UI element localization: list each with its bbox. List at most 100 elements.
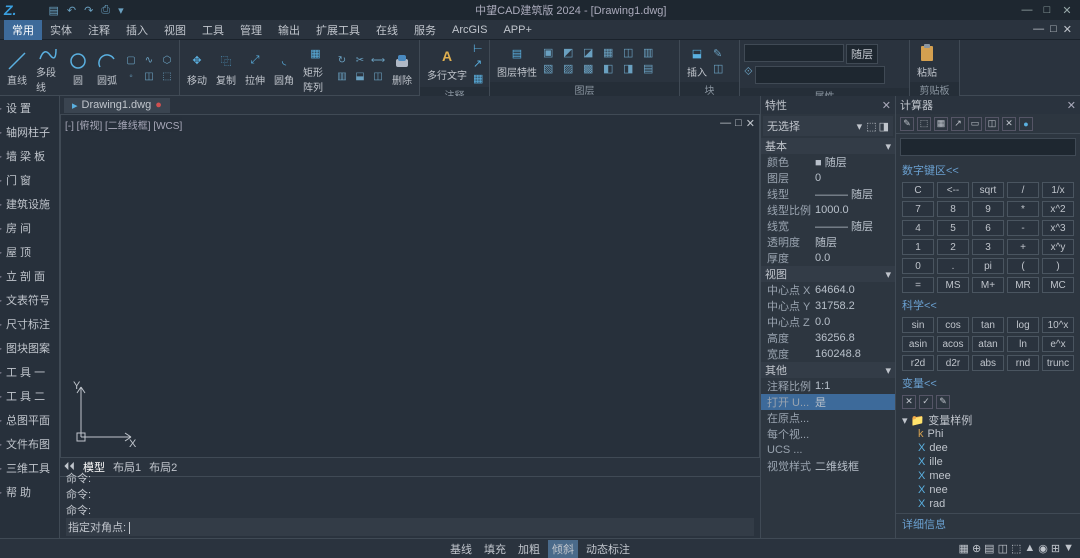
tab-tools[interactable]: 工具 — [194, 20, 232, 40]
tbx-facility[interactable]: 建筑设施 — [0, 192, 59, 216]
calc-key--[interactable]: - — [1007, 220, 1039, 236]
var-item[interactable]: kPhi — [902, 427, 1074, 441]
color-select[interactable] — [744, 44, 844, 62]
tab-service[interactable]: 服务 — [406, 20, 444, 40]
dim-icon[interactable]: ⊢ — [473, 42, 483, 55]
qat-icon[interactable]: ▤ — [48, 4, 58, 17]
layer-tools[interactable]: ▣◩◪▦◫▥ ▧▨▩◧◨▤ — [543, 46, 661, 76]
calc-tool-icon[interactable]: ▭ — [968, 117, 982, 131]
property-row[interactable]: 中心点 Y31758.2 — [761, 298, 895, 314]
tbx-block[interactable]: 图块图案 — [0, 336, 59, 360]
vars-section[interactable]: 变量<< — [896, 373, 1080, 393]
numpad-section[interactable]: 数字键区<< — [896, 160, 1080, 180]
tbx-dim[interactable]: 尺寸标注 — [0, 312, 59, 336]
property-row[interactable]: 注释比例1:1 — [761, 378, 895, 394]
property-row[interactable]: 厚度0.0 — [761, 250, 895, 266]
property-row[interactable]: 在原点... — [761, 410, 895, 426]
minimize-button[interactable]: — — [1018, 3, 1036, 17]
property-row[interactable]: 透明度随层 — [761, 234, 895, 250]
var-item[interactable]: Xrad — [902, 497, 1074, 511]
calc-key-1/x[interactable]: 1/x — [1042, 182, 1074, 198]
tbx-settings[interactable]: 设 置 — [0, 96, 59, 120]
calc-key-MR[interactable]: MR — [1007, 277, 1039, 293]
erase-button[interactable]: 删除 — [389, 50, 415, 88]
property-row[interactable]: 高度36256.8 — [761, 330, 895, 346]
var-tool-icon[interactable]: ✕ — [902, 395, 916, 409]
tab-view[interactable]: 视图 — [156, 20, 194, 40]
status-icon[interactable]: ◫ — [998, 542, 1008, 555]
linetype-select[interactable] — [755, 66, 885, 84]
calc-key-*[interactable]: * — [1007, 201, 1039, 217]
tbx-symbol[interactable]: 文表符号 — [0, 288, 59, 312]
tbx-tool1[interactable]: 工 具 一 — [0, 360, 59, 384]
calc-tool-icon[interactable]: ⬚ — [917, 117, 931, 131]
command-line[interactable]: 命令: 命令: 命令: 指定对角点: — [60, 476, 760, 538]
leader-icon[interactable]: ↗ — [473, 57, 483, 70]
close-tab-icon[interactable]: ● — [155, 99, 162, 111]
filter-icon[interactable]: ◨ — [879, 120, 889, 133]
dropdown-icon[interactable]: ▾ — [857, 120, 863, 133]
calc-tool-icon[interactable]: ● — [1019, 117, 1033, 131]
tab-manage[interactable]: 管理 — [232, 20, 270, 40]
property-row[interactable]: 颜色■ 随层 — [761, 154, 895, 170]
paste-button[interactable]: 粘贴 — [914, 42, 940, 80]
calc-tool-icon[interactable]: ✕ — [1002, 117, 1016, 131]
tab-arcgis[interactable]: ArcGIS — [444, 22, 495, 38]
mode-dyn[interactable]: 动态标注 — [582, 540, 634, 558]
bylayer-label[interactable]: 随层 — [846, 44, 878, 64]
section-basic[interactable]: 基本▾ — [761, 138, 895, 154]
property-row[interactable]: 每个视... — [761, 426, 895, 442]
copy-button[interactable]: ⿻复制 — [213, 50, 239, 88]
section-other[interactable]: 其他▾ — [761, 362, 895, 378]
calc-key-tan[interactable]: tan — [972, 317, 1004, 333]
status-icon[interactable]: ⊞ — [1051, 542, 1060, 555]
tbx-door[interactable]: 门 窗 — [0, 168, 59, 192]
property-row[interactable]: 图层0 — [761, 170, 895, 186]
tab-common[interactable]: 常用 — [4, 20, 42, 40]
var-item[interactable]: Xnee — [902, 483, 1074, 497]
modify-small-tools[interactable]: ↻✂⟷▥⬓◫ — [334, 54, 386, 84]
pick-icon[interactable]: ⬚ — [866, 120, 876, 133]
maximize-button[interactable]: □ — [1038, 3, 1056, 17]
var-tool-icon[interactable]: ✓ — [919, 395, 933, 409]
tbx-wall[interactable]: 墙 梁 板 — [0, 144, 59, 168]
calc-key-/[interactable]: / — [1007, 182, 1039, 198]
status-icon[interactable]: ⊕ — [972, 542, 981, 555]
mode-fill[interactable]: 填充 — [480, 540, 510, 558]
mode-baseline[interactable]: 基线 — [446, 540, 476, 558]
doc-close-icon[interactable]: ✕ — [1063, 23, 1072, 36]
calc-key-sqrt[interactable]: sqrt — [972, 182, 1004, 198]
array-button[interactable]: ▦矩形阵列 — [300, 42, 331, 95]
fillet-button[interactable]: ◟圆角 — [271, 50, 297, 88]
calc-key-8[interactable]: 8 — [937, 201, 969, 217]
tree-root[interactable]: ▾ 📁变量样例 — [902, 413, 1074, 427]
vp-min-icon[interactable]: — — [720, 117, 731, 130]
calc-key-M+[interactable]: M+ — [972, 277, 1004, 293]
insert-button[interactable]: ⬓插入 — [684, 42, 710, 80]
move-button[interactable]: ✥移动 — [184, 50, 210, 88]
doc-tab[interactable]: ▸Drawing1.dwg● — [64, 98, 170, 113]
calc-key-1[interactable]: 1 — [902, 239, 934, 255]
status-icon[interactable]: ▤ — [984, 542, 994, 555]
status-icon[interactable]: ▼ — [1063, 542, 1074, 555]
calc-key-5[interactable]: 5 — [937, 220, 969, 236]
mtext-button[interactable]: A多行文字 — [424, 45, 470, 83]
tab-online[interactable]: 在线 — [368, 20, 406, 40]
calc-key-e^x[interactable]: e^x — [1042, 336, 1074, 352]
calc-key-0[interactable]: 0 — [902, 258, 934, 274]
calc-key-asin[interactable]: asin — [902, 336, 934, 352]
calc-key-([interactable]: ( — [1007, 258, 1039, 274]
qat-icon[interactable]: ↶ — [67, 4, 76, 17]
var-item[interactable]: Xmee — [902, 469, 1074, 483]
calc-key-rnd[interactable]: rnd — [1007, 355, 1039, 371]
calc-key-10^x[interactable]: 10^x — [1042, 317, 1074, 333]
panel-close-icon[interactable]: ✕ — [1067, 99, 1076, 112]
calc-key-=[interactable]: = — [902, 277, 934, 293]
calc-key-sin[interactable]: sin — [902, 317, 934, 333]
status-icon[interactable]: ◉ — [1038, 542, 1048, 555]
layerprops-button[interactable]: ▤图层特性 — [494, 42, 540, 80]
calc-key-6[interactable]: 6 — [972, 220, 1004, 236]
tab-app[interactable]: APP+ — [495, 22, 539, 38]
property-row[interactable]: 线型比例1000.0 — [761, 202, 895, 218]
calc-key-C[interactable]: C — [902, 182, 934, 198]
